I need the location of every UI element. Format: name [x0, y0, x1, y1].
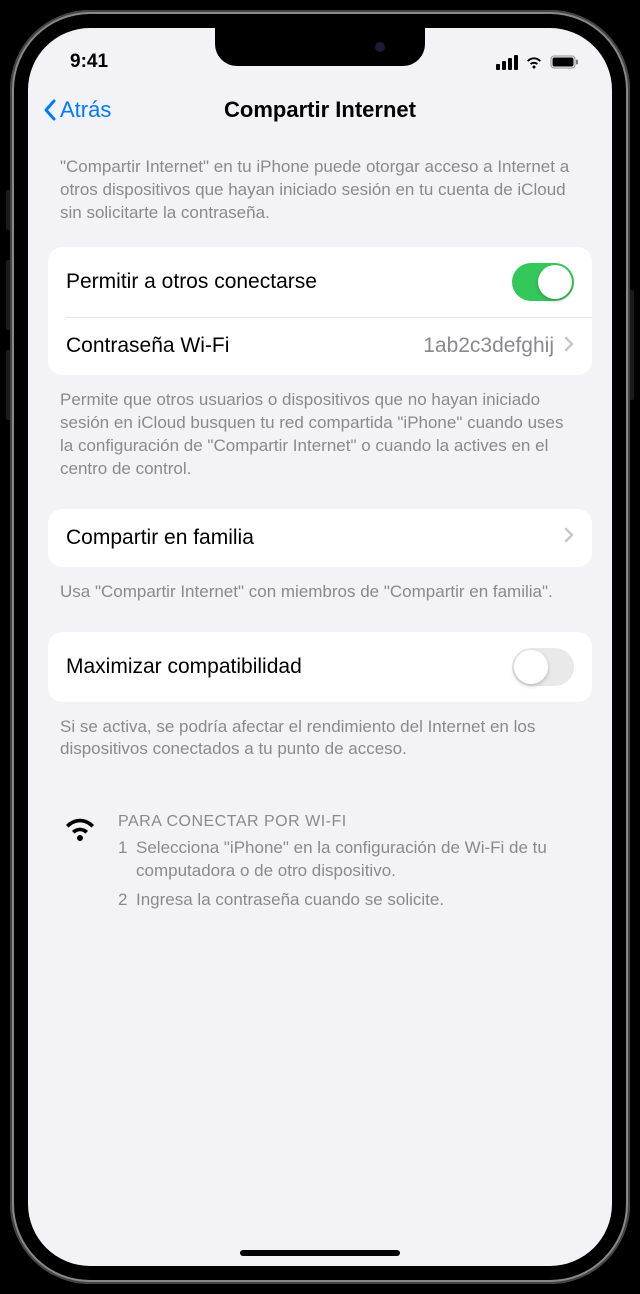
page-title: Compartir Internet: [224, 97, 416, 123]
wifi-instruction-step-2: 2 Ingresa la contraseña cuando se solici…: [118, 889, 580, 912]
allow-others-label: Permitir a otros conectarse: [66, 270, 317, 294]
wifi-instructions-heading: PARA CONECTAR POR WI-FI: [118, 813, 580, 831]
nav-bar: Atrás Compartir Internet: [28, 82, 612, 138]
chevron-right-icon: [564, 527, 574, 548]
maximize-compat-footer: Si se activa, se podría afectar el rendi…: [48, 702, 592, 790]
allow-others-footer: Permite que otros usuarios o dispositivo…: [48, 375, 592, 509]
wifi-password-row[interactable]: Contraseña Wi-Fi 1ab2c3defghij: [66, 317, 592, 375]
wifi-password-label: Contraseña Wi-Fi: [66, 334, 229, 358]
content-scroll[interactable]: "Compartir Internet" en tu iPhone puede …: [28, 138, 612, 1246]
wifi-password-value: 1ab2c3defghij: [423, 334, 574, 358]
notch: [215, 28, 425, 66]
back-label: Atrás: [60, 97, 111, 123]
family-sharing-row[interactable]: Compartir en familia: [48, 509, 592, 567]
wifi-icon: [524, 55, 544, 70]
status-time: 9:41: [70, 51, 108, 73]
maximize-compat-row[interactable]: Maximizar compatibilidad: [48, 632, 592, 702]
volume-down: [6, 350, 10, 420]
wifi-instructions-content: PARA CONECTAR POR WI-FI 1 Selecciona "iP…: [118, 813, 580, 918]
maximize-compat-label: Maximizar compatibilidad: [66, 655, 302, 679]
back-button[interactable]: Atrás: [42, 97, 111, 123]
screen: 9:41 Atrás Compartir Internet "Com: [28, 28, 612, 1266]
cellular-signal-icon: [496, 55, 518, 70]
phone-frame: 9:41 Atrás Compartir Internet "Com: [10, 10, 630, 1284]
allow-others-row[interactable]: Permitir a otros conectarse: [48, 247, 592, 317]
chevron-right-icon: [564, 334, 574, 358]
silent-switch: [6, 190, 10, 230]
power-button: [630, 290, 634, 400]
hotspot-settings-group: Permitir a otros conectarse Contraseña W…: [48, 247, 592, 375]
allow-others-toggle[interactable]: [512, 263, 574, 301]
maximize-compat-toggle[interactable]: [512, 648, 574, 686]
battery-icon: [550, 55, 580, 69]
status-icons: [496, 55, 580, 70]
family-sharing-group: Compartir en familia: [48, 509, 592, 567]
home-indicator[interactable]: [240, 1250, 400, 1256]
wifi-instruction-step-1: 1 Selecciona "iPhone" en la configuració…: [118, 837, 580, 883]
family-sharing-label: Compartir en familia: [66, 526, 254, 550]
family-sharing-footer: Usa "Compartir Internet" con miembros de…: [48, 567, 592, 632]
wifi-large-icon: [60, 813, 100, 918]
compatibility-group: Maximizar compatibilidad: [48, 632, 592, 702]
chevron-left-icon: [42, 98, 58, 122]
wifi-instructions: PARA CONECTAR POR WI-FI 1 Selecciona "iP…: [48, 789, 592, 918]
volume-up: [6, 260, 10, 330]
intro-description: "Compartir Internet" en tu iPhone puede …: [48, 138, 592, 247]
